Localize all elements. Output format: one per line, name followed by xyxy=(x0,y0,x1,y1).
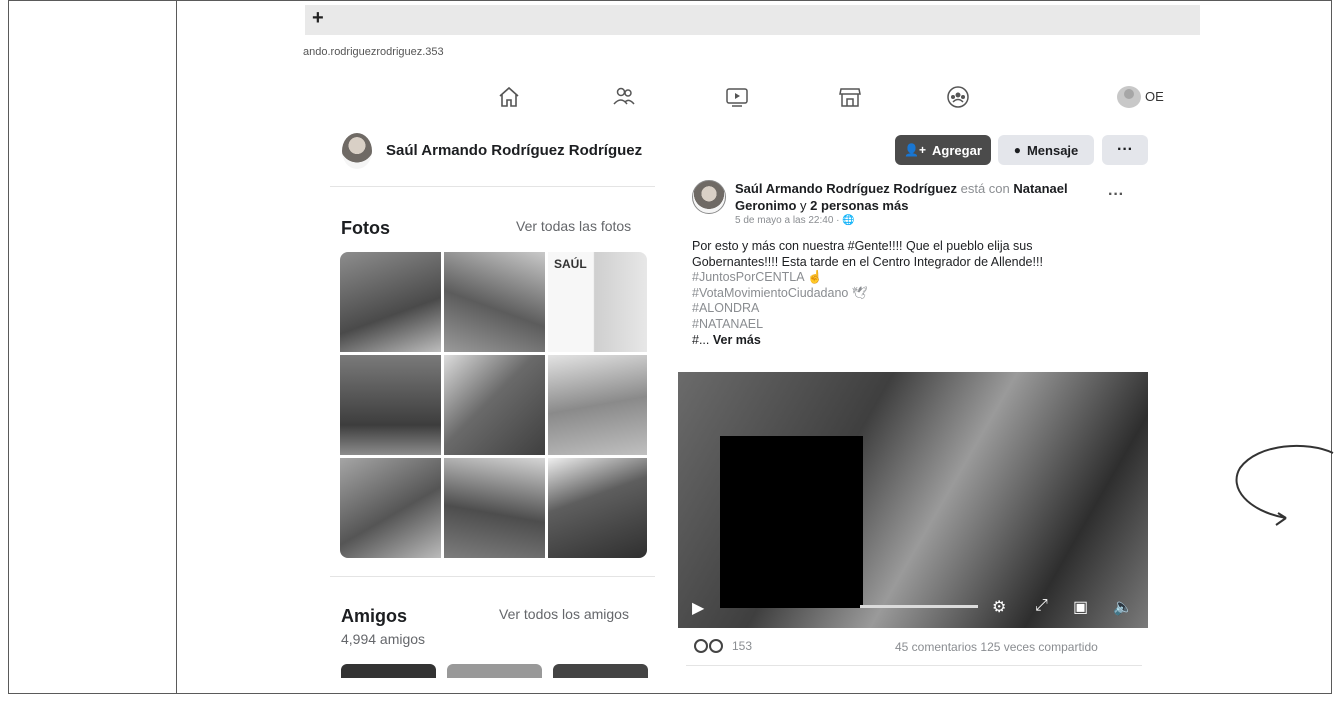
photo-thumbnail[interactable] xyxy=(444,458,545,558)
volume-icon[interactable]: 🔈 xyxy=(1113,597,1133,617)
comments-count[interactable]: 45 comentarios xyxy=(895,640,977,654)
post-timestamp-text: 5 de mayo a las 22:40 · xyxy=(735,215,843,226)
video-progress-bar[interactable] xyxy=(860,605,978,608)
account-avatar[interactable] xyxy=(1117,86,1141,108)
friend-thumbnail[interactable] xyxy=(447,664,542,678)
redaction-box xyxy=(720,436,863,608)
settings-icon[interactable]: ⚙ xyxy=(992,597,1006,617)
post-header: Saúl Armando Rodríguez Rodríguez está co… xyxy=(735,180,1095,214)
post-author[interactable]: Saúl Armando Rodríguez Rodríguez xyxy=(735,181,957,196)
post-author-avatar[interactable] xyxy=(692,180,726,214)
photo-thumbnail[interactable] xyxy=(548,458,647,558)
account-initials[interactable]: OE xyxy=(1145,89,1164,104)
messenger-icon: ● xyxy=(1013,143,1021,157)
more-options-button[interactable]: ··· xyxy=(1102,135,1148,165)
shares-count[interactable]: 125 veces compartido xyxy=(980,640,1097,654)
post-tagged-others[interactable]: 2 personas más xyxy=(810,198,908,213)
watch-icon[interactable] xyxy=(724,84,750,110)
post-hashtag[interactable]: #ALONDRA xyxy=(692,301,1142,317)
message-label: Mensaje xyxy=(1026,142,1079,158)
message-button[interactable]: ● Mensaje xyxy=(998,135,1094,165)
photo-thumbnail[interactable] xyxy=(340,458,441,558)
photo-grid: SAÚL xyxy=(340,252,647,558)
post-hashtag[interactable]: #VotaMovimientoCiudadano 🕊 xyxy=(692,286,1142,302)
post-hashtag[interactable]: #JuntosPorCENTLA ☝ xyxy=(692,270,1142,286)
bottom-border xyxy=(8,693,1332,694)
address-bar-url[interactable]: ando.rodriguezrodriguez.353 xyxy=(303,46,444,58)
add-friend-icon: 👤+ xyxy=(904,143,927,157)
column-divider xyxy=(176,0,177,694)
handwritten-mark xyxy=(1235,444,1334,526)
play-icon[interactable]: ▶ xyxy=(692,598,704,618)
photo-thumbnail[interactable]: SAÚL xyxy=(548,252,647,352)
post-truncated: #... xyxy=(692,332,710,347)
post-more-button[interactable]: ··· xyxy=(1108,186,1124,204)
profile-name[interactable]: Saúl Armando Rodríguez Rodríguez xyxy=(386,142,642,159)
post-text: Por esto y más con nuestra #Gente!!!! Qu… xyxy=(692,239,1142,348)
poster-text: SAÚL xyxy=(554,257,587,271)
photo-thumbnail[interactable] xyxy=(444,355,545,455)
divider xyxy=(330,576,655,577)
marketplace-icon[interactable] xyxy=(837,84,863,110)
groups-icon[interactable] xyxy=(945,84,971,110)
photo-thumbnail[interactable] xyxy=(548,355,647,455)
divider xyxy=(330,186,655,187)
photo-thumbnail[interactable] xyxy=(340,252,441,352)
picture-in-picture-icon[interactable]: ▣ xyxy=(1073,597,1088,617)
photo-thumbnail[interactable] xyxy=(340,355,441,455)
post-with-text: está con xyxy=(960,181,1010,196)
globe-icon: 🌐 xyxy=(842,215,855,226)
post-line: Por esto y más con nuestra #Gente!!!! Qu… xyxy=(692,239,1033,253)
photos-title: Fotos xyxy=(341,218,390,238)
post-hashtag[interactable]: #NATANAEL xyxy=(692,317,1142,333)
reactions-summary[interactable]: 153 xyxy=(694,639,752,653)
see-more-link[interactable]: Ver más xyxy=(713,333,761,347)
see-all-photos-link[interactable]: Ver todas las fotos xyxy=(516,218,631,234)
see-all-friends-link[interactable]: Ver todos los amigos xyxy=(499,606,629,622)
like-reaction-icon xyxy=(694,639,708,653)
add-friend-label: Agregar xyxy=(932,142,982,158)
post-timestamp[interactable]: 5 de mayo a las 22:40 · 🌐 xyxy=(735,215,855,226)
friend-thumbnail[interactable] xyxy=(341,664,436,678)
profile-avatar[interactable] xyxy=(342,133,372,169)
home-icon[interactable] xyxy=(496,84,522,110)
friend-thumbnail[interactable] xyxy=(553,664,648,678)
post-line: Gobernantes!!!! Esta tarde en el Centro … xyxy=(692,254,1043,269)
friends-title: Amigos xyxy=(341,606,408,626)
friends-icon[interactable] xyxy=(611,84,637,110)
friends-count: 4,994 amigos xyxy=(341,631,426,647)
love-reaction-icon xyxy=(709,639,723,653)
photo-thumbnail[interactable] xyxy=(444,252,545,352)
new-tab-button[interactable]: + xyxy=(312,8,324,28)
fullscreen-icon[interactable]: ⤢ xyxy=(1035,597,1048,615)
post-and-text: y xyxy=(800,198,807,213)
browser-tab-bar xyxy=(305,5,1200,35)
divider xyxy=(686,665,1142,666)
post-stats: 45 comentarios 125 veces compartido xyxy=(895,640,1098,654)
add-friend-button[interactable]: 👤+ Agregar xyxy=(895,135,991,165)
reaction-count: 153 xyxy=(732,639,753,653)
